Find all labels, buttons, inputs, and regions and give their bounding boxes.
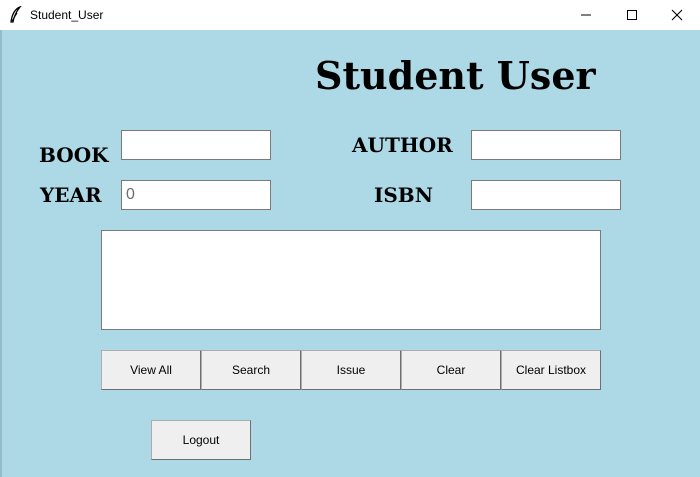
isbn-label: ISBN — [374, 183, 433, 207]
window-title: Student_User — [30, 8, 104, 22]
search-button[interactable]: Search — [201, 350, 301, 390]
title-bar: Student_User — [0, 0, 700, 30]
feather-icon — [9, 5, 23, 24]
book-label: BOOK — [39, 143, 109, 167]
results-listbox[interactable] — [101, 230, 601, 330]
maximize-button[interactable] — [609, 0, 655, 30]
maximize-icon — [627, 10, 637, 20]
year-label: YEAR — [40, 183, 102, 207]
clear-button[interactable]: Clear — [401, 350, 501, 390]
issue-button[interactable]: Issue — [301, 350, 401, 390]
clear-listbox-button[interactable]: Clear Listbox — [501, 350, 601, 390]
minimize-button[interactable] — [563, 0, 609, 30]
author-input[interactable] — [471, 130, 621, 160]
minimize-icon — [581, 14, 591, 16]
window-edge — [0, 30, 2, 477]
logout-button[interactable]: Logout — [151, 420, 251, 460]
close-icon — [671, 9, 683, 21]
year-input[interactable] — [121, 180, 271, 210]
page-title: Student User — [315, 53, 596, 98]
isbn-input[interactable] — [471, 180, 621, 210]
author-label: AUTHOR — [352, 133, 453, 157]
book-input[interactable] — [121, 130, 271, 160]
close-button[interactable] — [654, 0, 700, 30]
view-all-button[interactable]: View All — [101, 350, 201, 390]
